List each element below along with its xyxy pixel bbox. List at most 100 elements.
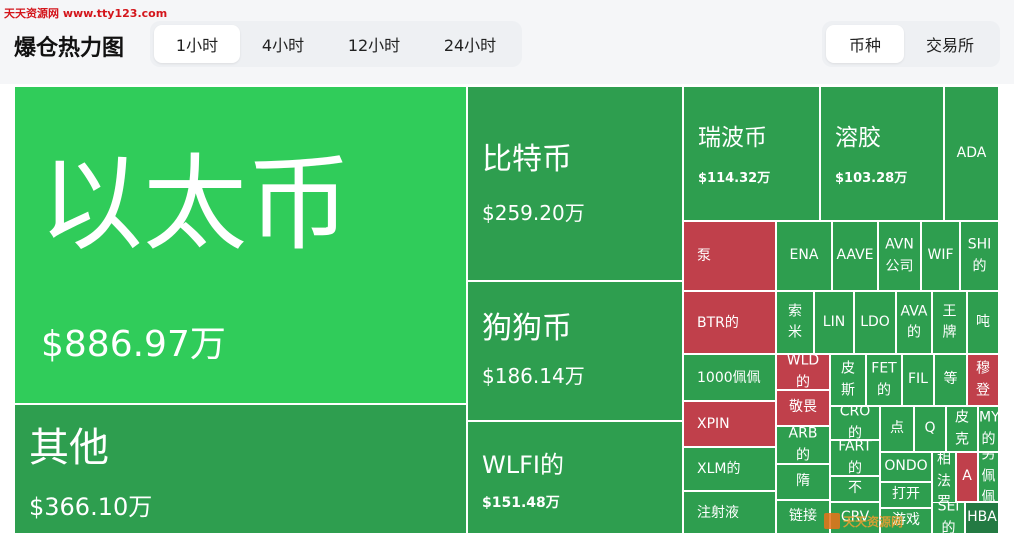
tile-label: 注射液 bbox=[697, 504, 739, 521]
tab-by-exchange[interactable]: 交易所 bbox=[904, 25, 996, 63]
heatmap-tile[interactable]: Q bbox=[914, 406, 946, 452]
tile-label: LIN bbox=[822, 313, 846, 330]
heatmap-tile[interactable]: 穆 登 bbox=[967, 354, 999, 406]
heatmap-tile[interactable]: 点 bbox=[880, 406, 914, 452]
tile-value: $886.97万 bbox=[41, 324, 226, 365]
time-range-selector: 1小时 4小时 12小时 24小时 bbox=[150, 21, 522, 67]
heatmap-tile[interactable]: 泵 bbox=[683, 221, 776, 291]
tile-label: 链接 bbox=[789, 508, 817, 525]
tab-12h[interactable]: 12小时 bbox=[326, 25, 422, 63]
view-mode-selector: 币种 交易所 bbox=[822, 21, 1000, 67]
heatmap-tile[interactable]: CRO 的 bbox=[830, 406, 880, 440]
tile-label: HBA bbox=[967, 509, 997, 526]
heatmap-tile[interactable]: BTR的 bbox=[683, 291, 776, 354]
tile-label: XLM的 bbox=[697, 460, 741, 477]
heatmap-tile[interactable]: 敬畏 bbox=[776, 390, 830, 426]
heatmap-tile[interactable]: 比特币 $259.20万 bbox=[467, 86, 683, 281]
watermark-icon bbox=[824, 513, 840, 529]
heatmap-tile[interactable]: AAVE bbox=[832, 221, 878, 291]
tile-label: 溶胶 bbox=[835, 125, 881, 151]
heatmap-tile[interactable]: ONDO bbox=[880, 452, 932, 482]
tile-label: ARB 的 bbox=[788, 426, 818, 463]
heatmap-tile[interactable]: 皮 斯 bbox=[830, 354, 866, 406]
tile-label: MY 的 bbox=[979, 409, 999, 447]
heatmap-tile[interactable]: 打开 bbox=[880, 482, 932, 508]
tile-label: BTR的 bbox=[697, 314, 739, 331]
heatmap-tile[interactable]: ENA bbox=[776, 221, 832, 291]
tile-label: FET 的 bbox=[871, 360, 897, 398]
tab-by-coin[interactable]: 币种 bbox=[826, 25, 904, 63]
tile-label: 吨 bbox=[976, 313, 990, 330]
heatmap-tile[interactable]: A bbox=[956, 452, 978, 502]
tile-label: WLFI的 bbox=[482, 451, 564, 479]
tile-value: $114.32万 bbox=[698, 171, 771, 186]
tile-label: 打开 bbox=[892, 486, 920, 503]
tile-label: ADA bbox=[956, 144, 987, 161]
tile-label: 皮 克 bbox=[955, 409, 969, 447]
tile-label: 不 bbox=[848, 480, 862, 497]
heatmap-tile[interactable]: 溶胶 $103.28万 bbox=[820, 86, 944, 221]
page-title: 爆仓热力图 bbox=[14, 36, 125, 61]
heatmap-tile[interactable]: HBA bbox=[965, 502, 999, 534]
heatmap-tile[interactable]: ADA bbox=[944, 86, 999, 221]
tile-label: 索 米 bbox=[788, 302, 802, 341]
heatmap-tile[interactable]: LDO bbox=[854, 291, 896, 354]
tile-label: Q bbox=[924, 420, 936, 437]
heatmap-tile[interactable]: 1000佩佩 bbox=[683, 354, 776, 401]
heatmap-tile[interactable]: SHI 的 bbox=[960, 221, 999, 291]
tile-label: CRO 的 bbox=[839, 406, 871, 440]
heatmap-tile[interactable]: 皮 克 bbox=[946, 406, 978, 452]
tile-label: FIL bbox=[908, 371, 928, 388]
heatmap-tile[interactable]: XPIN bbox=[683, 401, 776, 447]
tile-label: 1000佩佩 bbox=[697, 369, 761, 386]
heatmap-tile[interactable]: 等 bbox=[934, 354, 967, 406]
tile-label: 狗狗币 bbox=[482, 311, 572, 346]
heatmap-tile[interactable]: WIF bbox=[921, 221, 960, 291]
heatmap-tile[interactable]: 链接 bbox=[776, 500, 830, 534]
heatmap-tile[interactable]: 另 佩 佩 bbox=[978, 452, 999, 502]
heatmap-tile[interactable]: AVA 的 bbox=[896, 291, 932, 354]
heatmap-tile[interactable]: AVN 公司 bbox=[878, 221, 921, 291]
heatmap-tile[interactable]: 注射液 bbox=[683, 491, 776, 534]
tile-label: AVA 的 bbox=[900, 302, 928, 341]
tile-label: 点 bbox=[890, 420, 904, 437]
heatmap-tile[interactable]: WLD 的 bbox=[776, 354, 830, 390]
watermark-text: 天天资源网 www.tty123.com bbox=[4, 7, 168, 20]
tab-24h[interactable]: 24小时 bbox=[422, 25, 518, 63]
heatmap-tile[interactable]: XLM的 bbox=[683, 447, 776, 491]
tab-4h[interactable]: 4小时 bbox=[240, 25, 326, 63]
heatmap-tile[interactable]: 瑞波币 $114.32万 bbox=[683, 86, 820, 221]
heatmap-tile[interactable]: FET 的 bbox=[866, 354, 902, 406]
watermark-label: 天天资源网 bbox=[843, 514, 904, 529]
heatmap-tile[interactable]: FIL bbox=[902, 354, 934, 406]
tile-label: 比特币 bbox=[482, 142, 572, 177]
heatmap-tile[interactable]: MY 的 bbox=[978, 406, 999, 452]
tile-label: 隋 bbox=[796, 473, 810, 490]
heatmap-tile[interactable]: 以太币 $886.97万 bbox=[14, 86, 467, 404]
heatmap-tile[interactable]: 不 bbox=[830, 476, 880, 502]
tile-label: ONDO bbox=[884, 458, 928, 475]
tile-label: AAVE bbox=[836, 247, 874, 264]
heatmap-tile[interactable]: 王 牌 bbox=[932, 291, 967, 354]
heatmap-tile[interactable]: 吨 bbox=[967, 291, 999, 354]
tile-label: SHI 的 bbox=[967, 236, 992, 274]
tile-label: A bbox=[962, 468, 972, 485]
tile-label: 穆 登 bbox=[976, 360, 990, 398]
heatmap-tile[interactable]: LIN bbox=[814, 291, 854, 354]
tab-1h[interactable]: 1小时 bbox=[154, 25, 240, 63]
heatmap-tile[interactable]: 索 米 bbox=[776, 291, 814, 354]
heatmap-tile[interactable]: 狗狗币 $186.14万 bbox=[467, 281, 683, 421]
heatmap-tile[interactable]: SEI 的 bbox=[932, 502, 965, 534]
heatmap-tile[interactable]: 隋 bbox=[776, 464, 830, 500]
tile-label: AVN 公司 bbox=[885, 236, 914, 274]
tile-label: 瑞波币 bbox=[698, 125, 767, 151]
heatmap-tile[interactable]: WLFI的 $151.48万 bbox=[467, 421, 683, 534]
heatmap-tile[interactable]: FART 的 bbox=[830, 440, 880, 476]
heatmap-tile[interactable]: 其他 $366.10万 bbox=[14, 404, 467, 534]
tile-label: SEI 的 bbox=[937, 502, 960, 534]
tile-value: $186.14万 bbox=[482, 364, 585, 388]
tile-label: 泵 bbox=[697, 247, 711, 264]
heatmap-tile[interactable]: ARB 的 bbox=[776, 426, 830, 464]
tile-label: 其他 bbox=[29, 425, 109, 471]
tile-label: 敬畏 bbox=[789, 399, 817, 416]
